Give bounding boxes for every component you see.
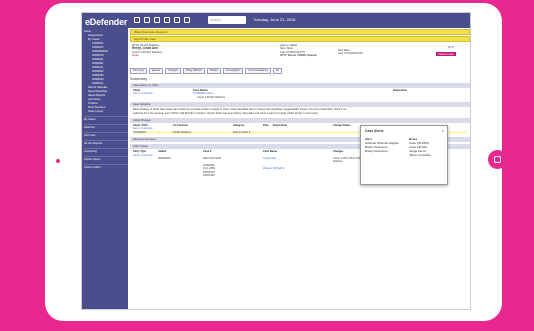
party-cell	[133, 157, 158, 164]
col-disposition: Disposition	[393, 89, 408, 92]
help-icon[interactable]	[184, 17, 190, 23]
violent-case-badge: Violent Case	[436, 52, 456, 56]
user-icon[interactable]	[164, 17, 170, 23]
current-date: Tuesday, June 21, 2016	[253, 17, 296, 22]
case-name-cell[interactable]: Travis, Ray	[263, 157, 333, 164]
tab-summary[interactable]: Summary	[130, 68, 148, 74]
col-plea: Plea	[263, 124, 269, 128]
col-status: Case Status	[193, 89, 208, 92]
case-action-icons[interactable]: ⚙ ✉	[448, 45, 454, 49]
sidebar-link[interactable]: Notes Library	[84, 110, 128, 114]
case-dates: Agency: ARNA Next: None Last: 07/09/2019…	[280, 44, 317, 58]
sidebar-section-admin[interactable]: System Admin	[84, 164, 128, 170]
brady-banner: Brady Disclosure Required	[130, 29, 470, 35]
app-logo: eDefender	[85, 17, 128, 27]
last-date: Last: 07/16/2019 PTC	[338, 52, 364, 56]
page-title: Summary	[130, 76, 148, 81]
top-toolbar: Search Tuesday, June 21, 2016	[128, 13, 470, 28]
tab-all[interactable]: All	[272, 68, 282, 74]
case-name-cell[interactable]	[263, 174, 333, 177]
alert-item: Brady Disclosure -	[365, 149, 390, 153]
home-button[interactable]	[488, 150, 507, 169]
sidebar-nav: Home Assignments My Cases 16000521 18000…	[84, 30, 128, 170]
case-identity: 96-01 PC211 Robbery Henry, Linda Ann Cou…	[132, 43, 162, 58]
col-section: Ct # Section	[173, 124, 188, 128]
alerts-title: Case Alerts	[365, 129, 384, 133]
case-status: Open	[132, 53, 139, 58]
sidebar-section-add-case[interactable]: Add Case	[84, 132, 128, 138]
sidebar-section-setup[interactable]: System Setup	[84, 156, 128, 162]
col-added: Added	[158, 150, 167, 154]
col-case-name: Case Name	[263, 150, 277, 154]
tab-parties[interactable]: Parties	[206, 68, 221, 74]
sidebar-section-reports[interactable]: Ad Hoc Reports	[84, 140, 128, 146]
tab-events[interactable]: Events	[149, 68, 164, 74]
notes-list: Notes Case 15F2553 Case 13F494 Judge fou…	[409, 137, 432, 157]
charge-section: PC211 Robbery	[173, 130, 192, 134]
attorney-line: ATTY: Doctor / PROS: Special	[280, 54, 317, 58]
charge-category: Felony Class 3	[233, 130, 251, 134]
case-number-cell: 2015-JUV-0000	[203, 157, 222, 161]
print-icon[interactable]	[144, 17, 150, 23]
high-profile-banner: High Profile Case	[130, 36, 470, 42]
count-text: Count 1 PC211 Robbery	[197, 95, 226, 99]
close-icon[interactable]: ×	[442, 128, 444, 133]
added-cell: 06/20/2016	[158, 157, 171, 161]
col-case-number: Case #	[203, 150, 212, 154]
tab-investigation[interactable]: Investigation	[222, 68, 244, 74]
narrative-text: Bank Robbery in North Kew street was rob…	[133, 108, 347, 115]
search-input[interactable]: Search	[208, 16, 246, 24]
section-narrative: Case Narrative Bank Robbery in North Kew…	[130, 102, 470, 116]
gear-icon[interactable]	[174, 17, 180, 23]
app-screen: eDefender Home Assignments My Cases 1600…	[81, 12, 471, 310]
camera-dot	[56, 159, 60, 163]
col-disposition: Disposition	[273, 124, 288, 128]
case-number-cell: 16F07230	[203, 174, 215, 178]
grid-icon[interactable]	[134, 17, 140, 23]
toolbar-icons	[134, 17, 190, 23]
alert-list: Alert Habitual Offender Eligible Brady D…	[365, 137, 399, 153]
party-cell	[133, 174, 158, 177]
case-header: 96-01 PC211 Robbery Henry, Linda Ann Cou…	[130, 43, 470, 67]
sidebar-section-searches[interactable]: Searches	[84, 124, 128, 130]
tab-communications[interactable]: Communications	[245, 68, 271, 74]
sidebar-section-accounting[interactable]: Accounting	[84, 148, 128, 154]
tab-filing-cabinet[interactable]: Filing Cabinet	[182, 68, 205, 74]
added-cell	[158, 174, 203, 177]
col-charge-status: Charge Status	[333, 124, 351, 128]
sidebar: eDefender Home Assignments My Cases 1600…	[82, 13, 128, 309]
home-square-icon	[494, 156, 501, 163]
sidebar-section-my-cases[interactable]: My Cases	[84, 116, 128, 122]
case-alerts-popup: Case Alerts × Alert Habitual Offender El…	[360, 125, 448, 185]
charge-date: 07/19/2016	[133, 130, 146, 134]
calendar-icon[interactable]	[154, 17, 160, 23]
col-category: Category	[233, 124, 245, 128]
case-tabs: Summary Events Charges Filing Cabinet Pa…	[130, 68, 470, 74]
note-item: officer incredible.	[409, 153, 432, 157]
section-case-history: Case History by Client Client Case Statu…	[130, 83, 470, 100]
tab-charges[interactable]: Charges	[165, 68, 181, 74]
case-next-dates: Next Date: Last: 07/16/2019 PTC	[338, 49, 363, 56]
